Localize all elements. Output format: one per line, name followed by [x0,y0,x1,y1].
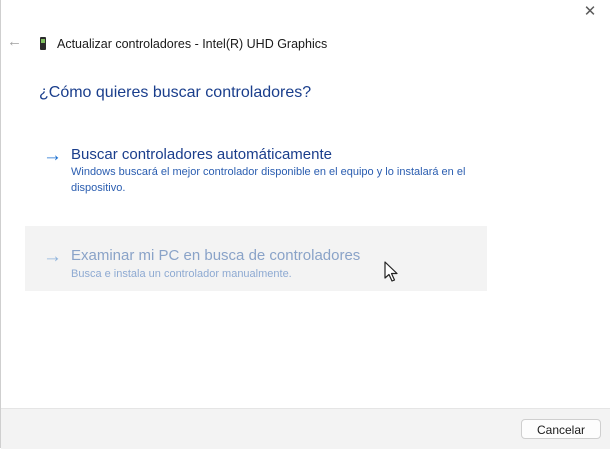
mouse-pointer-icon [384,261,398,282]
arrow-right-icon: → [43,145,62,166]
title-row: Actualizar controladores - Intel(R) UHD … [39,36,327,52]
dialog-title: Actualizar controladores - Intel(R) UHD … [57,37,328,51]
close-icon[interactable]: ✕ [578,2,602,22]
update-drivers-dialog: ✕ ← Actualizar controladores - Intel(R) … [0,0,610,449]
option-title: Examinar mi PC en busca de controladores [71,247,361,264]
arrow-right-icon: → [43,246,62,267]
search-automatically-option[interactable]: → Buscar controladores automáticamente W… [25,140,487,202]
back-arrow-icon[interactable]: ← [7,34,23,50]
page-heading: ¿Cómo quieres buscar controladores? [39,84,312,101]
option-description: Windows buscará el mejor controlador dis… [71,166,466,194]
option-description: Busca e instala un controlador manualmen… [71,268,292,280]
option-title: Buscar controladores automáticamente [71,146,332,163]
dialog-footer [1,408,610,449]
cancel-button[interactable]: Cancelar [521,419,601,439]
browse-my-pc-option[interactable]: → Examinar mi PC en busca de controlador… [25,226,487,291]
device-icon [39,37,47,51]
